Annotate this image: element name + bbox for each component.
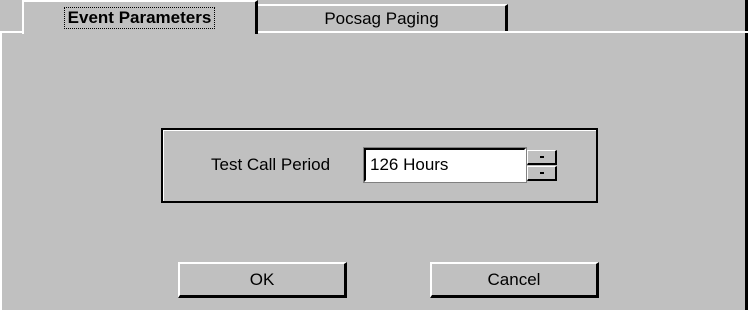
- tab-event-parameters-label: Event Parameters: [63, 7, 216, 29]
- test-call-period-label: Test Call Period: [211, 155, 331, 174]
- ok-button[interactable]: OK: [178, 262, 347, 298]
- dialog: Event Parameters Pocsag Paging Test Call…: [0, 0, 748, 310]
- tab-event-parameters[interactable]: Event Parameters: [22, 0, 258, 34]
- spin-down-button[interactable]: [527, 166, 557, 181]
- tab-pocsag-paging[interactable]: Pocsag Paging: [256, 4, 508, 32]
- spin-down-icon: [540, 172, 544, 174]
- tab-strip: Event Parameters Pocsag Paging: [0, 0, 748, 34]
- test-call-period-input[interactable]: [363, 147, 527, 183]
- spin-up-icon: [540, 156, 544, 158]
- panel-left-edge: [0, 32, 2, 310]
- cancel-button[interactable]: Cancel: [430, 262, 599, 298]
- spin-up-button[interactable]: [527, 150, 557, 165]
- tab-pocsag-paging-label: Pocsag Paging: [324, 9, 439, 28]
- test-call-period-spinner: [527, 150, 557, 181]
